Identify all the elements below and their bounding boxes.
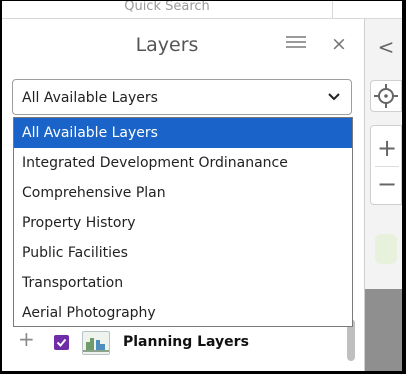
crosshair-icon <box>374 84 398 108</box>
map-area[interactable]: < + − <box>365 19 402 371</box>
layer-name: Planning Layers <box>123 334 249 350</box>
dropdown-option[interactable]: Integrated Development Ordinanance <box>14 148 352 178</box>
select-value: All Available Layers <box>22 90 158 106</box>
map-feature <box>375 234 397 264</box>
panel-header: Layers × <box>2 19 364 71</box>
map-feature <box>365 289 402 371</box>
menu-icon[interactable] <box>286 36 306 52</box>
layer-group-dropdown: All Available Layers Integrated Developm… <box>13 117 353 327</box>
panel-title: Layers <box>135 34 199 56</box>
zoom-out-button[interactable]: − <box>371 170 402 198</box>
expand-plus-icon[interactable]: + <box>18 327 35 351</box>
dropdown-option[interactable]: Aerial Photography <box>14 298 352 328</box>
dropdown-option[interactable]: All Available Layers <box>14 118 352 148</box>
close-icon[interactable]: × <box>330 32 348 56</box>
chevron-down-icon <box>328 93 340 101</box>
zoom-in-button[interactable]: + <box>371 134 402 162</box>
zoom-control: + − <box>370 125 402 205</box>
dropdown-option[interactable]: Comprehensive Plan <box>14 178 352 208</box>
layer-checkbox[interactable] <box>54 335 69 350</box>
layer-group-select[interactable]: All Available Layers <box>12 79 352 115</box>
top-right-strip <box>332 1 402 19</box>
locate-button[interactable] <box>370 80 402 112</box>
checkmark-icon <box>56 338 67 347</box>
dropdown-option[interactable]: Property History <box>14 208 352 238</box>
quick-search-label: Quick Search <box>124 1 210 14</box>
layer-row-planning[interactable]: + Planning Layers <box>2 324 347 360</box>
quick-search-bar[interactable]: Quick Search <box>2 1 332 19</box>
collapse-panel-button[interactable]: < <box>370 30 402 64</box>
layers-panel: Layers × All Available Layers + Planning… <box>2 19 365 371</box>
zoom-divider <box>375 166 399 167</box>
dropdown-option[interactable]: Public Facilities <box>14 238 352 268</box>
app-frame: Quick Search Layers × All Available Laye… <box>2 1 402 371</box>
dropdown-option[interactable]: Transportation <box>14 268 352 298</box>
layer-thumbnail-icon <box>82 331 110 355</box>
